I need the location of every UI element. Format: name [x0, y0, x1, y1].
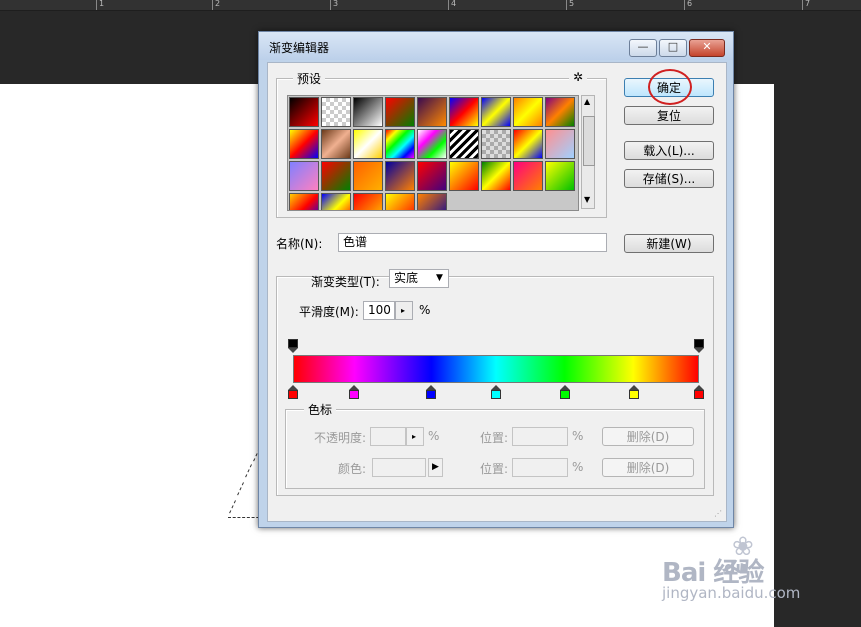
ruler-tick-label: 6	[687, 0, 693, 8]
name-label: 名称(N):	[276, 237, 323, 251]
preset-swatch[interactable]	[449, 161, 479, 191]
delete-color-stop-button[interactable]: 删除(D)	[602, 458, 694, 477]
color-stop[interactable]	[694, 385, 704, 399]
load-button[interactable]: 载入(L)...	[624, 141, 714, 160]
preset-swatch[interactable]	[417, 193, 447, 210]
opacity-position-field[interactable]	[512, 427, 568, 446]
ruler-tick-label: 1	[99, 0, 105, 8]
preset-swatch[interactable]	[353, 97, 383, 127]
chevron-right-icon: ▸	[412, 432, 417, 441]
color-stop[interactable]	[426, 385, 437, 399]
preset-swatch[interactable]	[481, 161, 511, 191]
preset-scrollbar[interactable]: ▲ ▼	[581, 95, 595, 209]
maximize-icon: □	[667, 40, 679, 53]
maximize-button[interactable]: □	[659, 39, 687, 57]
position-label: 位置:	[480, 431, 509, 445]
watermark-url: jingyan.baidu.com	[662, 584, 801, 602]
preset-swatch[interactable]	[321, 129, 351, 159]
opacity-field[interactable]	[370, 427, 406, 446]
preset-swatch[interactable]	[449, 97, 479, 127]
position-unit: %	[572, 460, 584, 474]
preset-swatch[interactable]	[353, 193, 383, 210]
ruler-tick-label: 2	[215, 0, 221, 8]
gradient-editor-dialog: 渐变编辑器 — □ ✕ 预设 ✲ ▲ ▼ 确定 复位 载入(L)... 存储(S…	[258, 31, 734, 528]
preset-swatch[interactable]	[385, 193, 415, 210]
scroll-thumb[interactable]	[583, 116, 595, 166]
color-stop-label: 色标	[304, 401, 337, 418]
new-button[interactable]: 新建(W)	[624, 234, 714, 253]
dialog-titlebar[interactable]: 渐变编辑器 — □ ✕	[259, 32, 733, 60]
color-stop[interactable]	[288, 385, 298, 399]
preset-swatch[interactable]	[289, 97, 319, 127]
opacity-stop[interactable]	[288, 339, 298, 353]
ruler-tick-label: 5	[569, 0, 575, 8]
opacity-unit: %	[428, 429, 440, 443]
ruler-tick-label: 4	[451, 0, 457, 8]
watermark-du-text: du	[724, 558, 747, 577]
preset-swatch[interactable]	[513, 97, 543, 127]
preset-swatch[interactable]	[513, 161, 543, 191]
gradient-stops-layer	[277, 277, 713, 417]
scroll-up-icon[interactable]: ▲	[584, 98, 590, 106]
highlight-circle	[648, 69, 692, 105]
gradient-bar[interactable]	[293, 355, 699, 383]
preset-swatch[interactable]	[321, 161, 351, 191]
opacity-stop[interactable]	[694, 339, 704, 353]
preset-swatch[interactable]	[289, 193, 319, 210]
resize-grip-icon[interactable]: ⋰	[714, 509, 722, 518]
preset-swatch-grid	[287, 95, 579, 211]
close-button[interactable]: ✕	[689, 39, 725, 57]
ruler-tick-label: 7	[805, 0, 811, 8]
preset-swatch[interactable]	[353, 129, 383, 159]
preset-swatch[interactable]	[353, 161, 383, 191]
opacity-label: 不透明度:	[314, 431, 367, 445]
position-unit: %	[572, 429, 584, 443]
top-ruler: 1 2 3 4 5 6 7	[0, 0, 861, 11]
presets-label: 预设	[293, 70, 326, 87]
preset-swatch[interactable]	[481, 97, 511, 127]
color-stop[interactable]	[348, 385, 359, 399]
preset-swatch[interactable]	[545, 97, 575, 127]
chevron-right-icon: ▶	[432, 462, 439, 472]
dialog-client-area: 预设 ✲ ▲ ▼ 确定 复位 载入(L)... 存储(S)... 名称(N): …	[267, 62, 727, 522]
preset-swatch[interactable]	[417, 129, 447, 159]
reset-button[interactable]: 复位	[624, 106, 714, 125]
preset-swatch[interactable]	[321, 97, 351, 127]
color-stop[interactable]	[629, 385, 640, 399]
opacity-stepper[interactable]: ▸	[406, 427, 424, 446]
ruler-tick-label: 3	[333, 0, 339, 8]
color-position-field[interactable]	[512, 458, 568, 477]
close-icon: ✕	[702, 40, 712, 53]
color-picker-button[interactable]: ▶	[428, 458, 443, 477]
preset-swatch[interactable]	[385, 129, 415, 159]
preset-swatch[interactable]	[289, 161, 319, 191]
save-button[interactable]: 存储(S)...	[624, 169, 714, 188]
preset-swatch[interactable]	[385, 97, 415, 127]
preset-swatch[interactable]	[545, 129, 575, 159]
scroll-down-icon[interactable]: ▼	[584, 196, 590, 204]
preset-swatch[interactable]	[321, 193, 351, 210]
preset-swatch[interactable]	[385, 161, 415, 191]
presets-group: 预设 ✲ ▲ ▼	[276, 70, 607, 218]
preset-swatch[interactable]	[513, 129, 543, 159]
name-field[interactable]: 色谱	[338, 233, 607, 252]
preset-swatch[interactable]	[417, 161, 447, 191]
color-stop-group: 色标 不透明度: ▸ % 位置: % 删除(D) 颜色: ▶ 位置: % 删除(…	[285, 401, 705, 489]
gear-icon[interactable]: ✲	[569, 70, 588, 84]
preset-swatch[interactable]	[289, 129, 319, 159]
preset-swatch[interactable]	[417, 97, 447, 127]
color-label: 颜色:	[338, 462, 367, 476]
color-swatch-field[interactable]	[372, 458, 426, 477]
delete-opacity-stop-button[interactable]: 删除(D)	[602, 427, 694, 446]
preset-swatch[interactable]	[481, 129, 511, 159]
minimize-button[interactable]: —	[629, 39, 657, 57]
preset-swatch[interactable]	[449, 129, 479, 159]
preset-swatch[interactable]	[545, 161, 575, 191]
position-label: 位置:	[480, 462, 509, 476]
gradient-settings-group: 渐变类型(T): 实底 ▼ 平滑度(M): 100 ▸ % 色标 不透明度: ▸…	[276, 269, 714, 496]
dialog-title: 渐变编辑器	[269, 41, 330, 55]
color-stop[interactable]	[560, 385, 571, 399]
minimize-icon: —	[637, 40, 649, 53]
color-stop[interactable]	[491, 385, 501, 399]
